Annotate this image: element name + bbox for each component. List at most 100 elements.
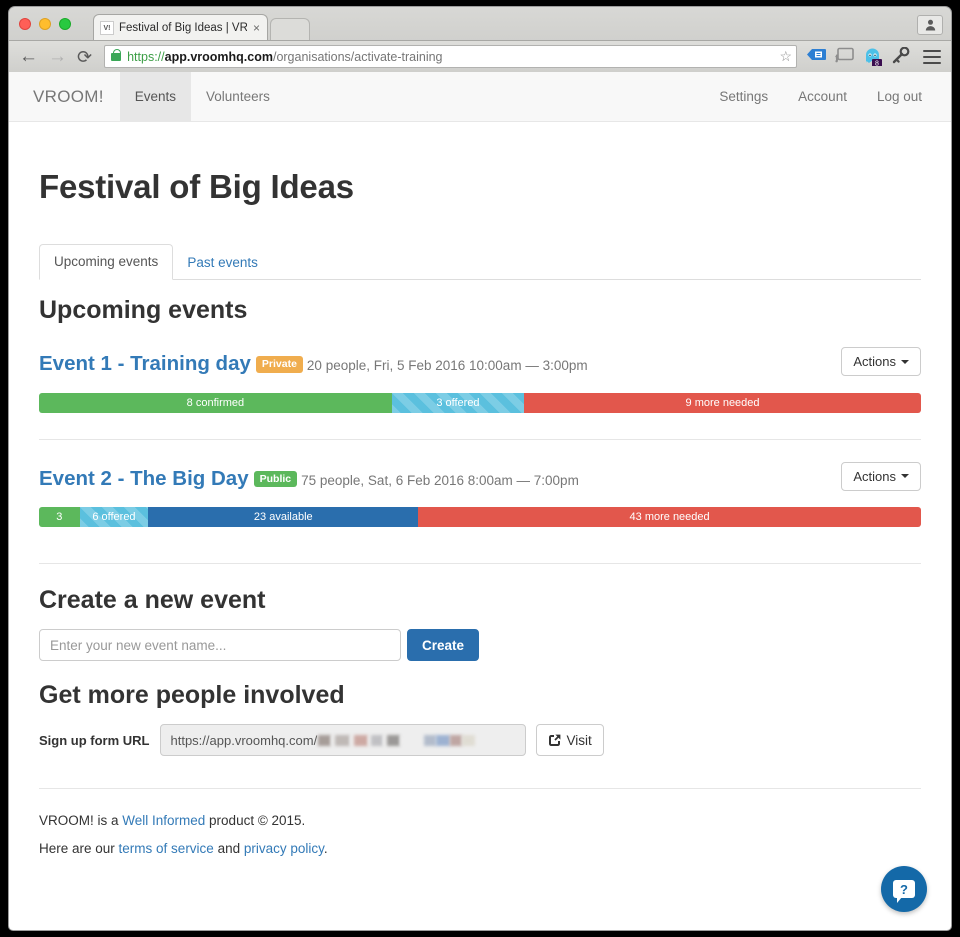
create-event-button[interactable]: Create: [407, 629, 480, 662]
event-header: Event 2 - The Big Day Public 75 people, Sa…: [39, 464, 921, 494]
well-informed-link[interactable]: Well Informed: [122, 813, 205, 828]
cast-icon[interactable]: [835, 47, 854, 66]
create-event-section: Create a new event Create: [39, 564, 921, 662]
forward-icon[interactable]: →: [48, 47, 67, 66]
help-chat-bubble-icon: ?: [893, 880, 915, 903]
maximize-window-button[interactable]: [59, 18, 71, 30]
tab-close-icon[interactable]: ×: [253, 22, 260, 34]
bar-segment-available: 23 available: [148, 507, 419, 528]
signup-url-section: Get more people involved Sign up form UR…: [39, 661, 921, 757]
tab-past-events[interactable]: Past events: [173, 246, 272, 280]
footer-line-1: VROOM! is a Well Informed product © 2015…: [39, 807, 921, 835]
close-window-button[interactable]: [19, 18, 31, 30]
pocket-icon[interactable]: [807, 47, 826, 66]
event-actions-label: Actions: [853, 354, 896, 369]
create-event-heading: Create a new event: [39, 586, 266, 615]
ssl-lock-icon: [111, 48, 122, 61]
browser-menu-icon[interactable]: [923, 49, 941, 64]
event-meta: 20 people, Fri, 5 Feb 2016 10:00am — 3:0…: [306, 358, 588, 373]
window-traffic-lights: [19, 18, 71, 30]
browser-chrome: V! Festival of Big Ideas | VROO × ← → ⟳ …: [8, 6, 952, 72]
event-visibility-badge: Private: [255, 356, 303, 373]
browser-window: V! Festival of Big Ideas | VROO × ← → ⟳ …: [0, 0, 960, 937]
event-actions-label: Actions: [853, 468, 896, 484]
signup-url-row: Sign up form URL https://app.vroomhq.com…: [39, 724, 921, 757]
bar-segment-needed: 43 more needed: [418, 507, 921, 528]
secondary-nav: Settings Account Log out: [704, 72, 951, 121]
tab-favicon: V!: [100, 20, 114, 35]
address-bar[interactable]: https://app.vroomhq.com/organisations/ac…: [104, 45, 797, 68]
event-actions-button[interactable]: Actions: [841, 347, 921, 376]
chevron-down-icon: [901, 474, 909, 479]
event-staffing-bar: 3 6 offered 23 available 43 more needed: [39, 507, 921, 528]
bar-segment-confirmed: 3: [39, 507, 80, 528]
bar-segment-needed: 9 more needed: [524, 392, 921, 413]
event-visibility-badge: Public: [253, 470, 298, 488]
url-host: app.vroomhq.com: [164, 49, 273, 64]
nav-item-volunteers[interactable]: Volunteers: [191, 72, 285, 121]
bar-segment-offered: 3 offered: [391, 392, 525, 413]
redacted-url-block: [318, 734, 476, 746]
profile-button[interactable]: [917, 15, 943, 35]
bar-segment-offered: 6 offered: [79, 507, 149, 528]
reload-icon[interactable]: ⟳: [77, 48, 92, 66]
event-row: Event 1 - Training day Private 20 people, …: [39, 325, 921, 413]
app-navbar: VROOM! Events Volunteers Settings Accoun…: [9, 72, 951, 122]
signup-url-visible-text: https://app.vroomhq.com/: [170, 732, 318, 748]
brand-logo[interactable]: VROOM!: [9, 72, 120, 121]
external-link-icon: [548, 734, 560, 746]
create-event-form: Create: [39, 629, 921, 662]
page-viewport: VROOM! Events Volunteers Settings Accoun…: [8, 72, 952, 931]
page-title: Festival of Big Ideas: [39, 168, 354, 205]
event-title-link[interactable]: Event 2 - The Big Day: [39, 467, 249, 490]
new-tab-button[interactable]: [270, 18, 311, 40]
footer-text-suffix: product © 2015.: [205, 813, 306, 829]
event-title-link[interactable]: Event 1 - Training day: [39, 352, 251, 375]
page-footer: VROOM! is a Well Informed product © 2015…: [39, 788, 921, 862]
nav-item-logout[interactable]: Log out: [862, 72, 937, 121]
help-button[interactable]: ?: [881, 866, 927, 912]
signup-heading: Get more people involved: [39, 681, 345, 710]
ghostery-badge-count: 8: [875, 61, 879, 66]
event-header: Event 1 - Training day Private 20 people, …: [39, 349, 921, 379]
footer-line-2: Here are our terms of service and privac…: [39, 835, 921, 863]
event-meta: 75 people, Sat, 6 Feb 2016 8:00am — 7:00…: [301, 472, 579, 488]
lastpass-key-icon[interactable]: [891, 46, 910, 66]
extension-icons: 8: [807, 46, 941, 68]
back-icon[interactable]: ←: [19, 47, 38, 66]
tab-strip: V! Festival of Big Ideas | VROO ×: [93, 12, 311, 40]
chevron-down-icon: [901, 359, 909, 364]
signup-url-label: Sign up form URL: [39, 732, 150, 748]
tab-upcoming-events[interactable]: Upcoming events: [39, 244, 174, 280]
event-row: Event 2 - The Big Day Public 75 people, Sa…: [39, 440, 921, 528]
visit-signup-url-button[interactable]: Visit: [535, 724, 604, 757]
nav-item-account[interactable]: Account: [783, 72, 862, 121]
footer-text-suffix-2: .: [323, 841, 328, 857]
person-icon: [925, 19, 935, 31]
page-tabs: Upcoming events Past events: [39, 244, 921, 280]
privacy-policy-link[interactable]: privacy policy: [244, 841, 324, 856]
signup-url-field[interactable]: https://app.vroomhq.com/: [159, 724, 526, 757]
footer-text-mid: and: [213, 841, 244, 857]
url-scheme: https://: [127, 49, 165, 64]
nav-item-settings[interactable]: Settings: [704, 72, 783, 121]
page-content: Festival of Big Ideas Upcoming events Pa…: [9, 168, 951, 863]
tab-title: Festival of Big Ideas | VROO: [119, 21, 247, 34]
event-staffing-bar: 8 confirmed 3 offered 9 more needed: [39, 392, 921, 413]
ghostery-icon[interactable]: 8: [863, 47, 882, 68]
browser-tab[interactable]: V! Festival of Big Ideas | VROO ×: [93, 14, 269, 40]
terms-of-service-link[interactable]: terms of service: [119, 841, 214, 856]
section-heading-upcoming: Upcoming events: [39, 296, 248, 324]
bookmark-star-icon[interactable]: ☆: [773, 48, 792, 65]
nav-item-events[interactable]: Events: [119, 72, 192, 121]
footer-text-prefix: VROOM! is a: [39, 813, 123, 829]
primary-nav: Events Volunteers: [119, 72, 285, 121]
url-path: /organisations/activate-training: [272, 49, 443, 64]
bar-segment-confirmed: 8 confirmed: [39, 392, 392, 413]
browser-toolbar: ← → ⟳ https://app.vroomhq.com/organisati…: [9, 40, 951, 72]
new-event-name-input[interactable]: [39, 629, 401, 662]
event-actions-button[interactable]: Actions: [841, 461, 921, 491]
footer-text-prefix-2: Here are our: [39, 841, 119, 857]
visit-button-label: Visit: [566, 732, 592, 748]
minimize-window-button[interactable]: [39, 18, 51, 30]
